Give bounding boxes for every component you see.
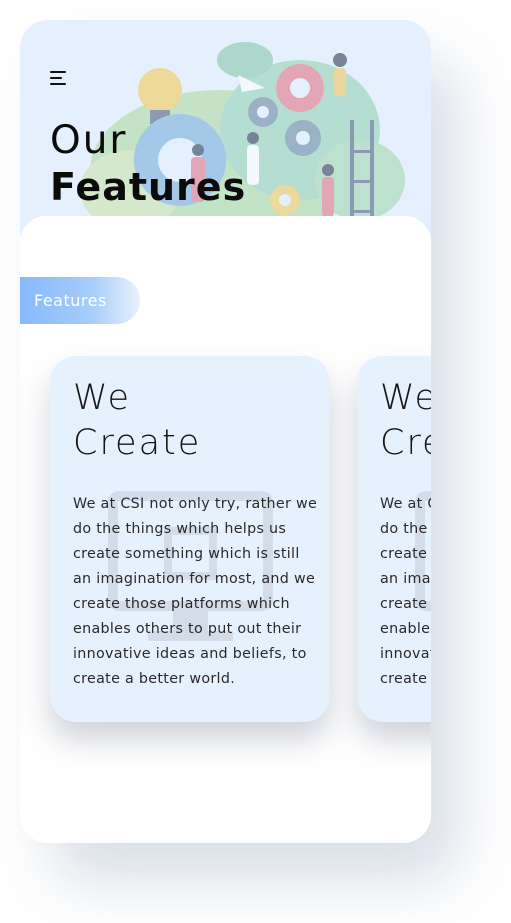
app-screen: Our Features Features We Create We at CS… <box>20 20 431 843</box>
feature-card-body: We at CSI not only try, rather we do the… <box>73 496 318 687</box>
feature-card-title-line1: We <box>380 378 431 418</box>
feature-card-title: We Create <box>380 376 431 466</box>
page-title: Our Features <box>50 118 246 210</box>
page-title-line1: Our <box>50 118 128 163</box>
feature-card[interactable]: We Create We at CSI not only try, rather… <box>50 356 330 722</box>
section-tag-features: Features <box>20 277 140 324</box>
feature-card-title-line2: Create <box>380 423 431 463</box>
hamburger-menu-icon[interactable] <box>50 71 70 87</box>
feature-card-title-line1: We <box>73 378 132 418</box>
feature-card-body: We at CSI not only try, rather we do the… <box>380 496 431 687</box>
feature-card-title: We Create <box>73 376 330 466</box>
content-sheet: Features We Create We at CSI not only tr… <box>20 216 431 843</box>
feature-card[interactable]: We Create We at CSI not only try, rather… <box>357 356 431 722</box>
feature-card-title-line2: Create <box>73 423 202 463</box>
page-title-line2: Features <box>50 165 247 209</box>
